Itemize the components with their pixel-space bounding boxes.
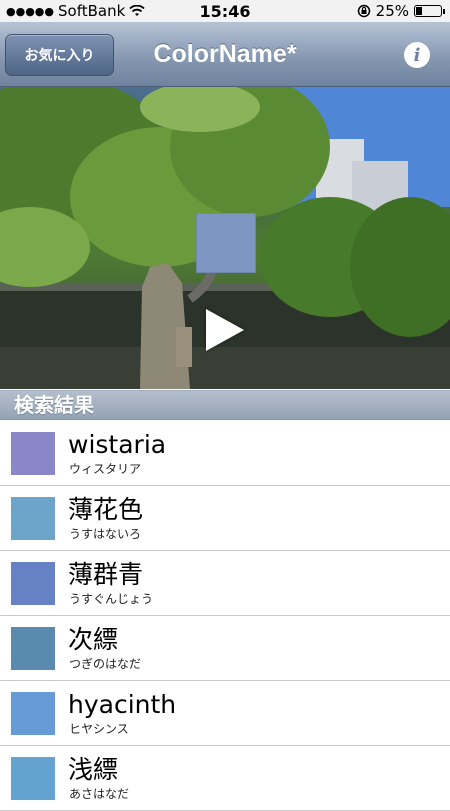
carrier-label: SoftBank — [58, 2, 126, 20]
info-button[interactable]: i — [404, 42, 430, 68]
list-item[interactable]: hyacinth ヒヤシンス — [0, 681, 450, 746]
color-name: 次縹 — [68, 625, 119, 654]
color-name: hyacinth — [68, 690, 177, 719]
play-icon[interactable] — [206, 309, 244, 351]
list-item[interactable]: wistaria ウィスタリア — [0, 421, 450, 486]
camera-preview[interactable] — [0, 87, 450, 389]
rotation-lock-icon — [357, 4, 370, 18]
results-list: wistaria ウィスタリア 薄花色 うすはないろ 薄群青 うすぐんじょう 次… — [0, 421, 450, 811]
search-results-header: 検索結果 — [0, 390, 450, 420]
battery-percent: 25% — [375, 2, 409, 20]
color-reading: うすはないろ — [69, 527, 142, 541]
color-swatch — [11, 757, 55, 800]
sampled-color-square — [196, 213, 256, 273]
color-reading: うすぐんじょう — [69, 592, 154, 606]
battery-icon — [414, 5, 445, 17]
color-swatch — [11, 497, 55, 540]
favorites-button[interactable]: お気に入り — [5, 34, 114, 76]
status-left: ●●●●● SoftBank — [0, 2, 145, 20]
list-item[interactable]: 薄花色 うすはないろ — [0, 486, 450, 551]
list-item[interactable]: 次縹 つぎのはなだ — [0, 616, 450, 681]
color-name: wistaria — [68, 430, 167, 459]
status-bar: ●●●●● SoftBank 15:46 25% — [0, 0, 450, 22]
page-title: ColorName* — [153, 40, 297, 68]
list-item[interactable]: 薄群青 うすぐんじょう — [0, 551, 450, 616]
list-item[interactable]: 浅縹 あさはなだ — [0, 746, 450, 811]
battery-level — [416, 7, 422, 15]
color-reading: ヒヤシンス — [69, 722, 129, 736]
color-swatch — [11, 692, 55, 735]
color-reading: ウィスタリア — [69, 462, 142, 476]
color-swatch — [11, 562, 55, 605]
color-name: 浅縹 — [68, 755, 119, 784]
color-swatch — [11, 432, 55, 475]
color-name: 薄群青 — [68, 560, 144, 589]
navigation-bar: お気に入り ColorName* i — [0, 22, 450, 87]
status-right: 25% — [357, 2, 450, 20]
color-name: 薄花色 — [68, 495, 144, 524]
signal-strength-icon: ●●●●● — [6, 4, 54, 18]
wifi-icon — [129, 5, 145, 16]
color-reading: つぎのはなだ — [69, 657, 142, 671]
color-swatch — [11, 627, 55, 670]
